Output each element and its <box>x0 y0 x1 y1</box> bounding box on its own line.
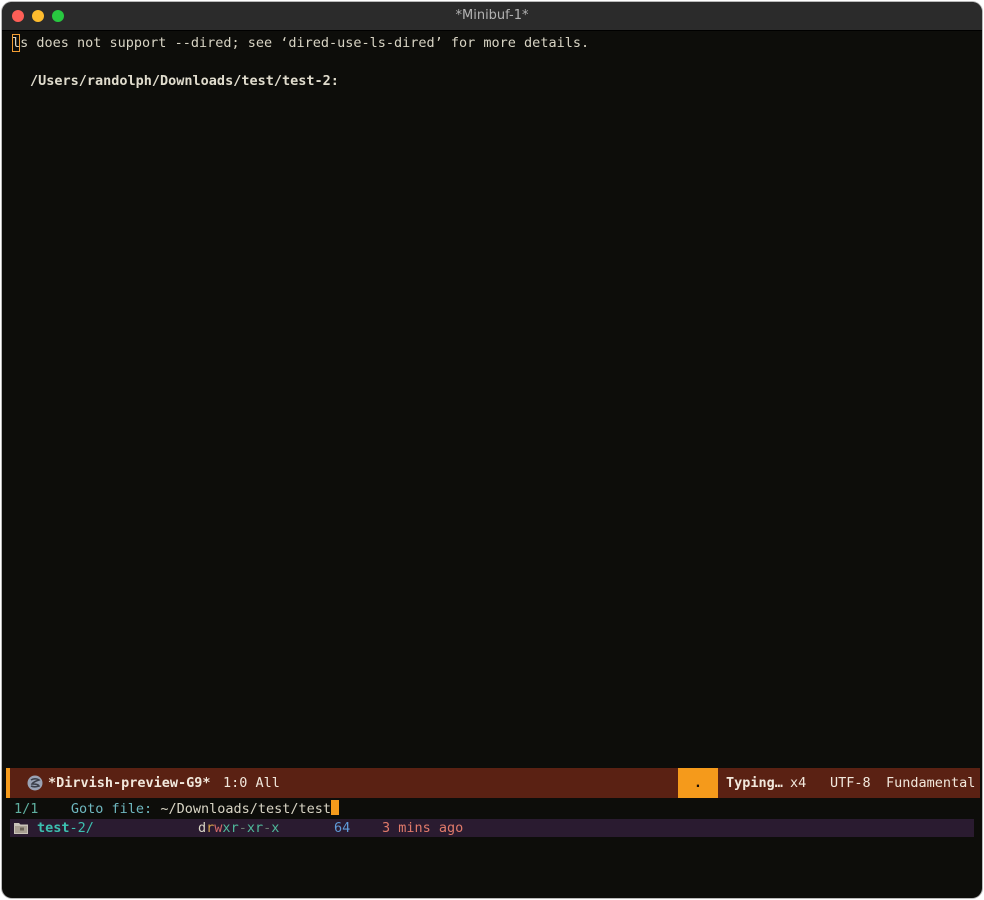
emacs-icon <box>27 775 43 791</box>
minibuffer-input[interactable]: ~/Downloads/test/test <box>160 801 331 817</box>
title-bar: *Minibuf-1* <box>2 2 982 31</box>
candidate-modified-time: 3 mins ago <box>382 820 464 836</box>
text-cursor: l <box>12 34 21 52</box>
minibuffer-prompt-line[interactable]: 1/1 Goto file: ~/Downloads/test/test <box>14 800 339 818</box>
directory-heading: /Users/randolph/Downloads/test/test-2: <box>30 73 339 89</box>
folder-icon <box>14 823 28 834</box>
candidate-permissions: drwxr-xr-x <box>198 819 279 837</box>
encoding-indicator[interactable]: UTF-8 <box>830 775 871 791</box>
candidate-count: 1/1 <box>14 801 39 817</box>
emacs-window: *Minibuf-1* ls does not support --dired;… <box>2 2 982 898</box>
buffer-name[interactable]: *Dirvish-preview-G9* <box>48 775 211 791</box>
minibuffer-prompt: Goto file: <box>70 801 161 817</box>
mode-line: *Dirvish-preview-G9* 1:0 All . Typing… x… <box>6 768 980 798</box>
perm-other-exec: x <box>271 820 280 836</box>
perm-owner-exec: x <box>222 820 231 836</box>
perm-type: d <box>198 820 207 836</box>
completion-candidate[interactable]: test-2/ drwxr-xr-x 64 3 mins ago <box>10 819 974 837</box>
dired-warning-message: ls does not support --dired; see ‘dired-… <box>12 34 589 52</box>
major-mode[interactable]: Fundamental <box>886 775 975 791</box>
perm-group-read: r <box>230 820 239 836</box>
mode-line-accent <box>6 768 10 798</box>
warning-text: s does not support --dired; see ‘dired-u… <box>20 35 590 51</box>
minibuffer-cursor <box>331 800 339 815</box>
candidate-size: 64 <box>334 820 351 836</box>
perm-group-write: - <box>238 820 247 836</box>
perm-group-exec: x <box>246 820 255 836</box>
candidate-name-rest: -2/ <box>69 820 94 836</box>
perm-other-read: r <box>254 820 264 836</box>
typing-indicator: Typing… <box>726 775 783 791</box>
typing-count: x4 <box>790 775 807 791</box>
candidate-name-match: test <box>37 820 70 836</box>
modeline-indicator: . <box>678 768 718 798</box>
candidate-name: test-2/ <box>37 819 94 837</box>
window-title: *Minibuf-1* <box>455 8 529 23</box>
cursor-position: 1:0 All <box>223 775 280 791</box>
